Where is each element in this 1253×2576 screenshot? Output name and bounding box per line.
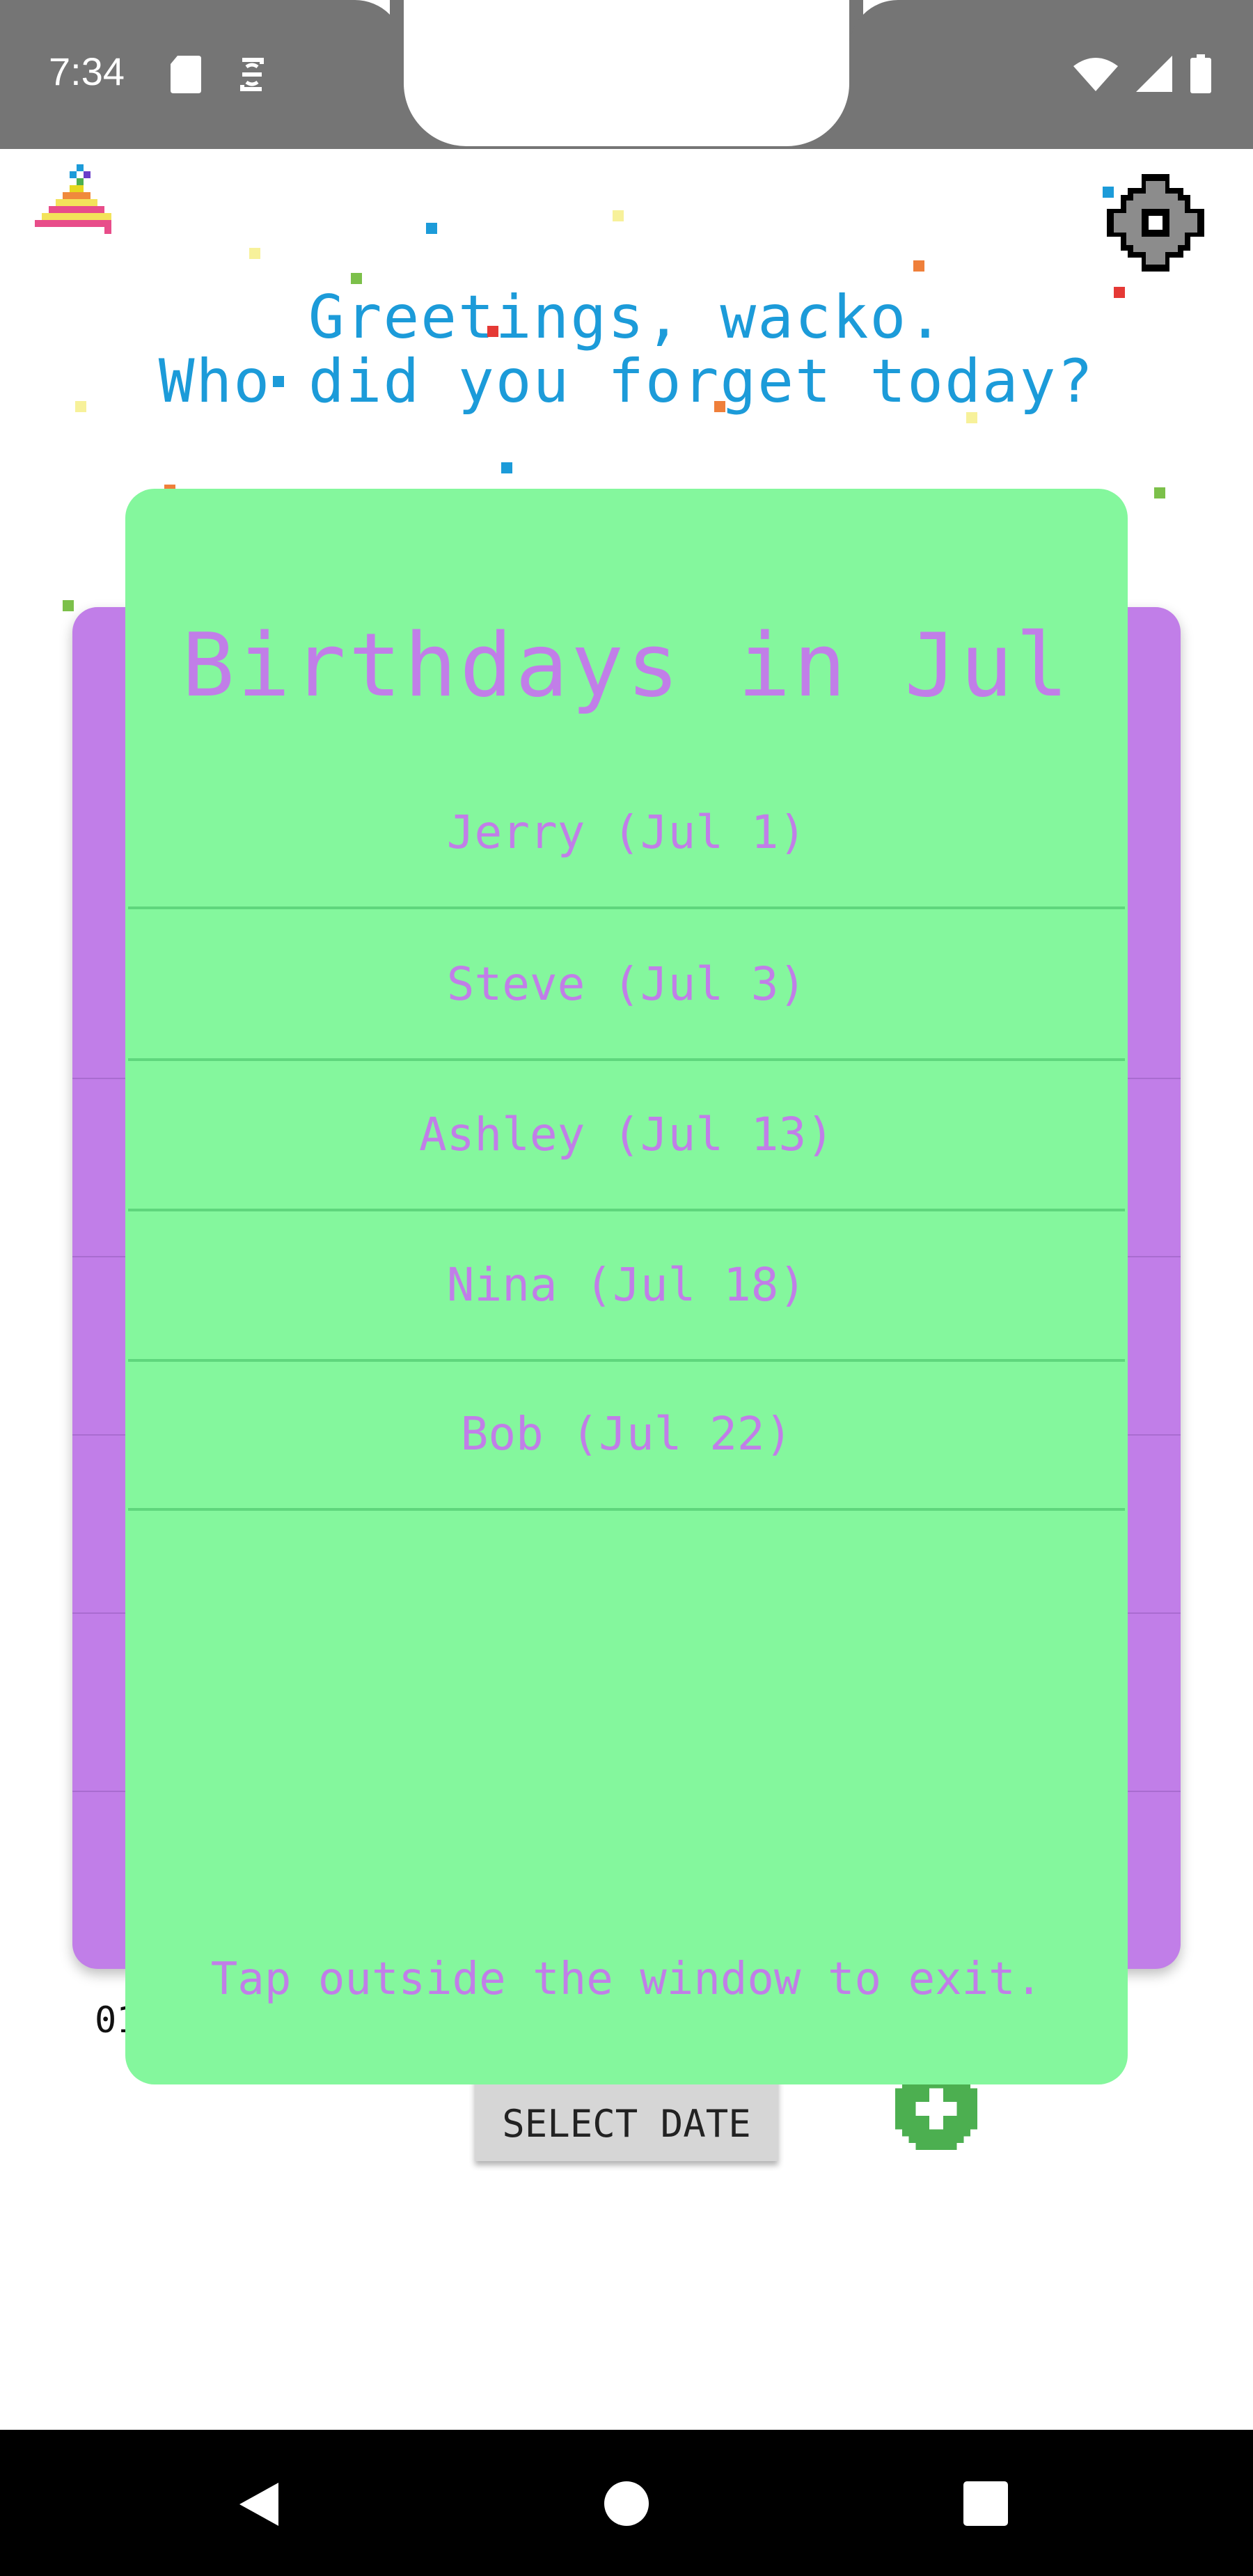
list-item[interactable]: Steve (Jul 3) [128, 909, 1125, 1061]
greeting: Greetings, wacko. Who did you forget tod… [0, 285, 1253, 414]
sd-card-icon [171, 56, 201, 93]
confetti-piece [273, 376, 284, 387]
greeting-line-1: Greetings, wacko. [308, 283, 945, 352]
confetti-piece [351, 273, 362, 284]
greeting-line-2: Who did you forget today? [158, 347, 1095, 416]
battery-icon [1190, 54, 1211, 93]
gear-icon[interactable] [1107, 174, 1204, 272]
list-item[interactable]: Ashley (Jul 13) [128, 1060, 1125, 1211]
display-notch [404, 0, 849, 146]
list-item-label: Steve (Jul 3) [446, 957, 807, 1011]
confetti-piece [501, 462, 512, 473]
confetti-piece [249, 248, 260, 259]
dialog-title: Birthdays in Jul [182, 614, 1071, 716]
party-hat-icon [35, 164, 111, 234]
list-item-label: Jerry (Jul 1) [446, 805, 807, 859]
confetti-piece [487, 326, 498, 337]
wifi-icon [1073, 58, 1118, 91]
back-icon[interactable] [237, 2480, 281, 2529]
clock: 7:34 [49, 49, 125, 93]
confetti-piece [426, 223, 437, 234]
confetti-piece [75, 401, 86, 412]
confetti-piece [966, 412, 977, 423]
confetti-piece [1103, 187, 1114, 198]
confetti-piece [613, 210, 624, 221]
list-item[interactable]: Bob (Jul 22) [128, 1359, 1125, 1511]
dialog-hint: Tap outside the window to exit. [210, 1954, 1043, 2005]
recents-icon[interactable] [963, 2481, 1008, 2526]
confetti-piece [1154, 487, 1165, 498]
list-item[interactable]: Nina (Jul 18) [128, 1210, 1125, 1362]
home-icon[interactable] [603, 2480, 650, 2527]
system-icons [1073, 54, 1211, 93]
list-item[interactable]: Jerry (Jul 1) [128, 757, 1125, 909]
navigation-bar [0, 2430, 1253, 2576]
list-item-label: Nina (Jul 18) [446, 1257, 807, 1312]
birthdays-dialog: Birthdays in Jul Jerry (Jul 1) Steve (Ju… [125, 489, 1128, 2084]
sync-icon [240, 58, 264, 91]
list-item-label: Bob (Jul 22) [460, 1406, 793, 1461]
confetti-piece [913, 260, 924, 272]
status-bar: 7:34 [0, 0, 1253, 149]
signal-icon [1136, 56, 1172, 92]
confetti-piece [714, 401, 725, 412]
confetti-piece [1114, 287, 1125, 298]
list-item-label: Ashley (Jul 13) [418, 1107, 835, 1161]
